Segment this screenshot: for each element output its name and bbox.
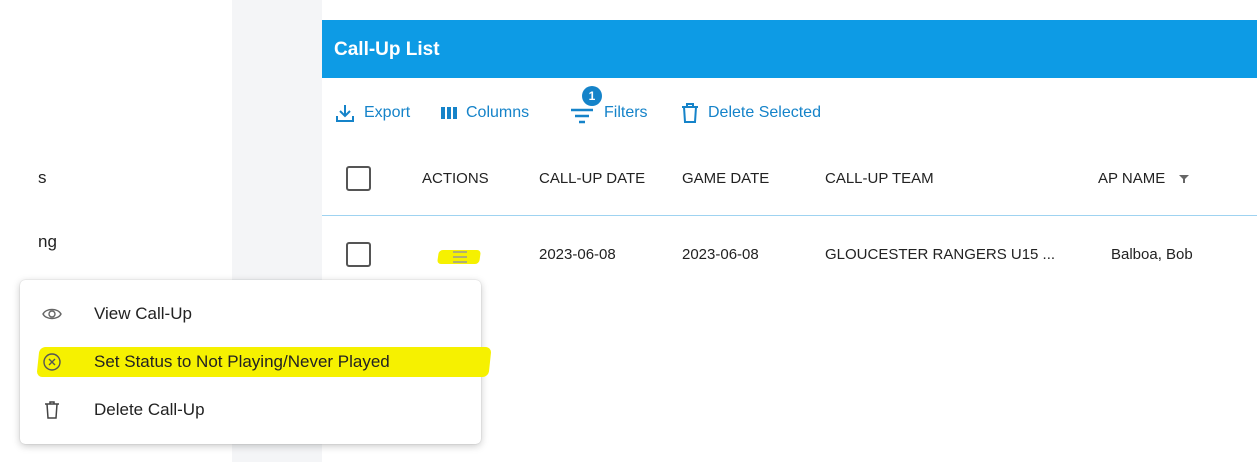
- column-header-callup-team[interactable]: CALL-UP TEAM: [825, 170, 934, 187]
- columns-icon: [440, 104, 458, 122]
- cell-ap-name: Balboa, Bob: [1111, 246, 1193, 263]
- sidebar-item-label: ng: [38, 232, 57, 251]
- export-button[interactable]: Export: [334, 100, 410, 126]
- filters-button[interactable]: 1 Filters: [568, 86, 648, 126]
- menu-item-delete-callup[interactable]: Delete Call-Up: [20, 386, 481, 434]
- row-actions-context-menu: View Call-Up Set Status to Not Playing/N…: [20, 280, 492, 444]
- eye-icon: [42, 304, 62, 324]
- cell-game-date: 2023-06-08: [682, 246, 759, 263]
- cell-callup-date: 2023-06-08: [539, 246, 616, 263]
- trash-icon: [680, 102, 700, 124]
- page-title: Call-Up List: [334, 39, 440, 60]
- column-header-callup-date[interactable]: CALL-UP DATE: [539, 170, 645, 187]
- select-all-checkbox[interactable]: [346, 166, 371, 191]
- toolbar: Export Columns 1 Filters Delete Selected: [322, 86, 1257, 126]
- menu-item-view-callup[interactable]: View Call-Up: [20, 290, 481, 338]
- row-actions-menu-button[interactable]: [437, 244, 481, 270]
- filter-count-badge: 1: [582, 86, 602, 106]
- menu-item-label: View Call-Up: [94, 304, 192, 323]
- cell-callup-team: GLOUCESTER RANGERS U15 ...: [825, 246, 1056, 263]
- delete-selected-button[interactable]: Delete Selected: [680, 100, 821, 126]
- sidebar-item[interactable]: ng: [38, 232, 57, 252]
- x-circle-icon: [42, 352, 62, 372]
- filter-active-icon[interactable]: [1179, 171, 1190, 188]
- filters-label: Filters: [604, 104, 648, 121]
- column-header-actions[interactable]: ACTIONS: [422, 170, 489, 187]
- columns-label: Columns: [466, 104, 530, 121]
- export-label: Export: [364, 104, 411, 121]
- download-icon: [334, 102, 356, 124]
- delete-selected-label: Delete Selected: [708, 104, 821, 121]
- column-header-game-date[interactable]: GAME DATE: [682, 170, 769, 187]
- sidebar-item[interactable]: s: [38, 168, 47, 188]
- columns-button[interactable]: Columns: [440, 100, 529, 126]
- menu-item-label: Set Status to Not Playing/Never Played: [94, 352, 390, 371]
- ap-name-header-label: AP NAME: [1098, 170, 1166, 187]
- menu-item-label: Delete Call-Up: [94, 400, 205, 419]
- panel-header: Call-Up List: [322, 20, 1257, 78]
- sidebar-item-label: s: [38, 168, 47, 187]
- trash-icon: [42, 400, 62, 420]
- filter-icon: 1: [568, 86, 602, 126]
- hamburger-icon: [452, 250, 468, 269]
- column-header-ap-name[interactable]: AP NAME: [1098, 170, 1190, 188]
- table-header: ACTIONS CALL-UP DATE GAME DATE CALL-UP T…: [322, 150, 1257, 216]
- menu-item-set-status-not-playing[interactable]: Set Status to Not Playing/Never Played: [20, 338, 481, 386]
- row-checkbox[interactable]: [346, 242, 371, 267]
